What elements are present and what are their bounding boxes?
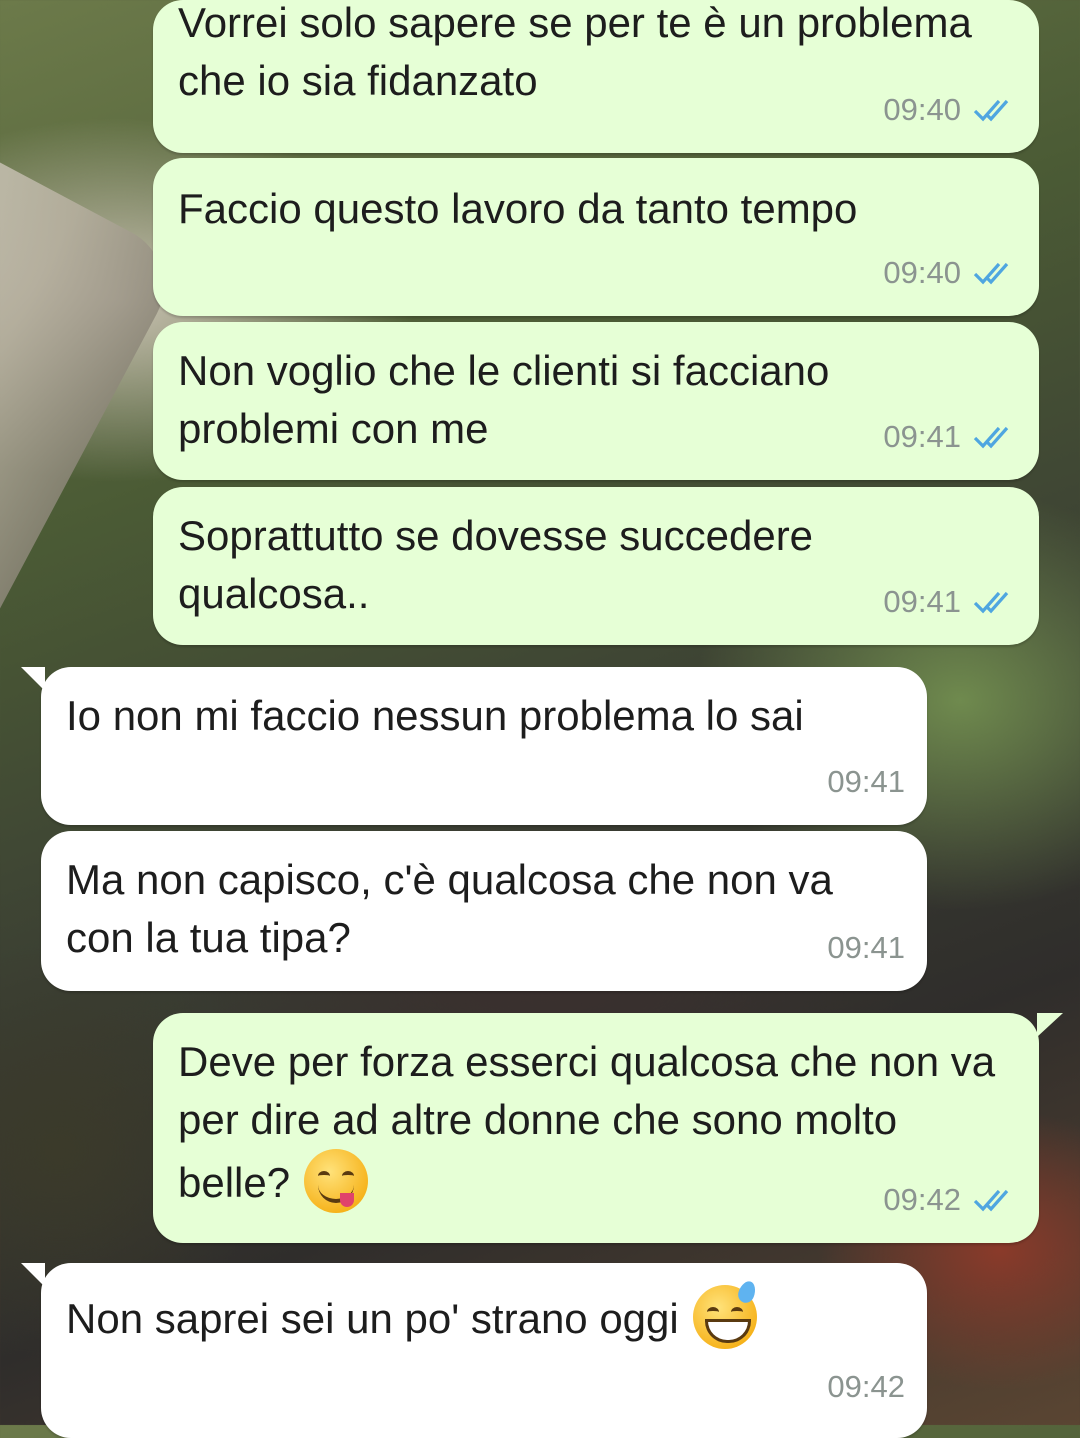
message-bubble-outgoing[interactable]: Faccio questo lavoro da tanto tempo 09:4… bbox=[153, 158, 1039, 316]
message-time: 09:40 bbox=[883, 255, 961, 290]
message-bubble-incoming[interactable]: Io non mi faccio nessun problema lo sai … bbox=[21, 667, 927, 825]
message-time: 09:40 bbox=[883, 92, 961, 127]
message-text: Faccio questo lavoro da tanto tempo bbox=[178, 185, 858, 232]
message-text: Io non mi faccio nessun problema lo sai bbox=[66, 692, 804, 739]
message-text: Soprattutto se dovesse succedere qualcos… bbox=[178, 512, 814, 617]
message-text: Vorrei solo sapere se per te è un proble… bbox=[178, 0, 972, 104]
message-bubble-outgoing[interactable]: Deve per forza esserci qualcosa che non … bbox=[153, 1013, 1063, 1243]
message-meta: 09:41 bbox=[827, 753, 905, 811]
message-time: 09:41 bbox=[883, 419, 961, 454]
read-receipt-icon bbox=[973, 260, 1017, 286]
message-meta: 09:42 bbox=[883, 1171, 1017, 1229]
message-text-content: Deve per forza esserci qualcosa che non … bbox=[178, 1038, 996, 1206]
bubble-tail bbox=[21, 667, 45, 691]
message-meta: 09:41 bbox=[883, 573, 1017, 631]
message-text: Ma non capisco, c'è qualcosa che non va … bbox=[66, 856, 833, 961]
read-receipt-icon bbox=[973, 589, 1017, 615]
message-bubble-outgoing[interactable]: Non voglio che le clienti si facciano pr… bbox=[153, 322, 1039, 480]
face-savoring-food-emoji bbox=[304, 1149, 369, 1213]
message-meta: 09:40 bbox=[883, 81, 1017, 139]
message-bubble-outgoing[interactable]: Soprattutto se dovesse succedere qualcos… bbox=[153, 487, 1039, 645]
message-bubble-incoming[interactable]: Non saprei sei un po' strano oggi 09:42 bbox=[21, 1263, 927, 1438]
message-meta: 09:42 bbox=[827, 1358, 905, 1416]
message-meta: 09:40 bbox=[883, 244, 1017, 302]
message-time: 09:41 bbox=[827, 930, 905, 965]
message-bubble-incoming[interactable]: Ma non capisco, c'è qualcosa che non va … bbox=[41, 831, 927, 991]
read-receipt-icon bbox=[973, 424, 1017, 450]
message-time: 09:41 bbox=[827, 764, 905, 799]
message-text: Non saprei sei un po' strano oggi bbox=[66, 1278, 887, 1349]
message-meta: 09:41 bbox=[827, 919, 905, 977]
message-text-content: Non saprei sei un po' strano oggi bbox=[66, 1295, 679, 1342]
message-bubble-outgoing[interactable]: Vorrei solo sapere se per te è un proble… bbox=[153, 0, 1039, 153]
read-receipt-icon bbox=[973, 97, 1017, 123]
grinning-face-with-sweat-emoji bbox=[692, 1278, 759, 1349]
message-meta: 09:41 bbox=[883, 408, 1017, 466]
message-time: 09:42 bbox=[883, 1182, 961, 1217]
message-text: Non voglio che le clienti si facciano pr… bbox=[178, 347, 830, 452]
message-time: 09:41 bbox=[883, 584, 961, 619]
bubble-tail bbox=[1037, 1013, 1063, 1037]
bubble-tail bbox=[21, 1263, 45, 1287]
read-receipt-icon bbox=[973, 1187, 1017, 1213]
message-time: 09:42 bbox=[827, 1369, 905, 1404]
